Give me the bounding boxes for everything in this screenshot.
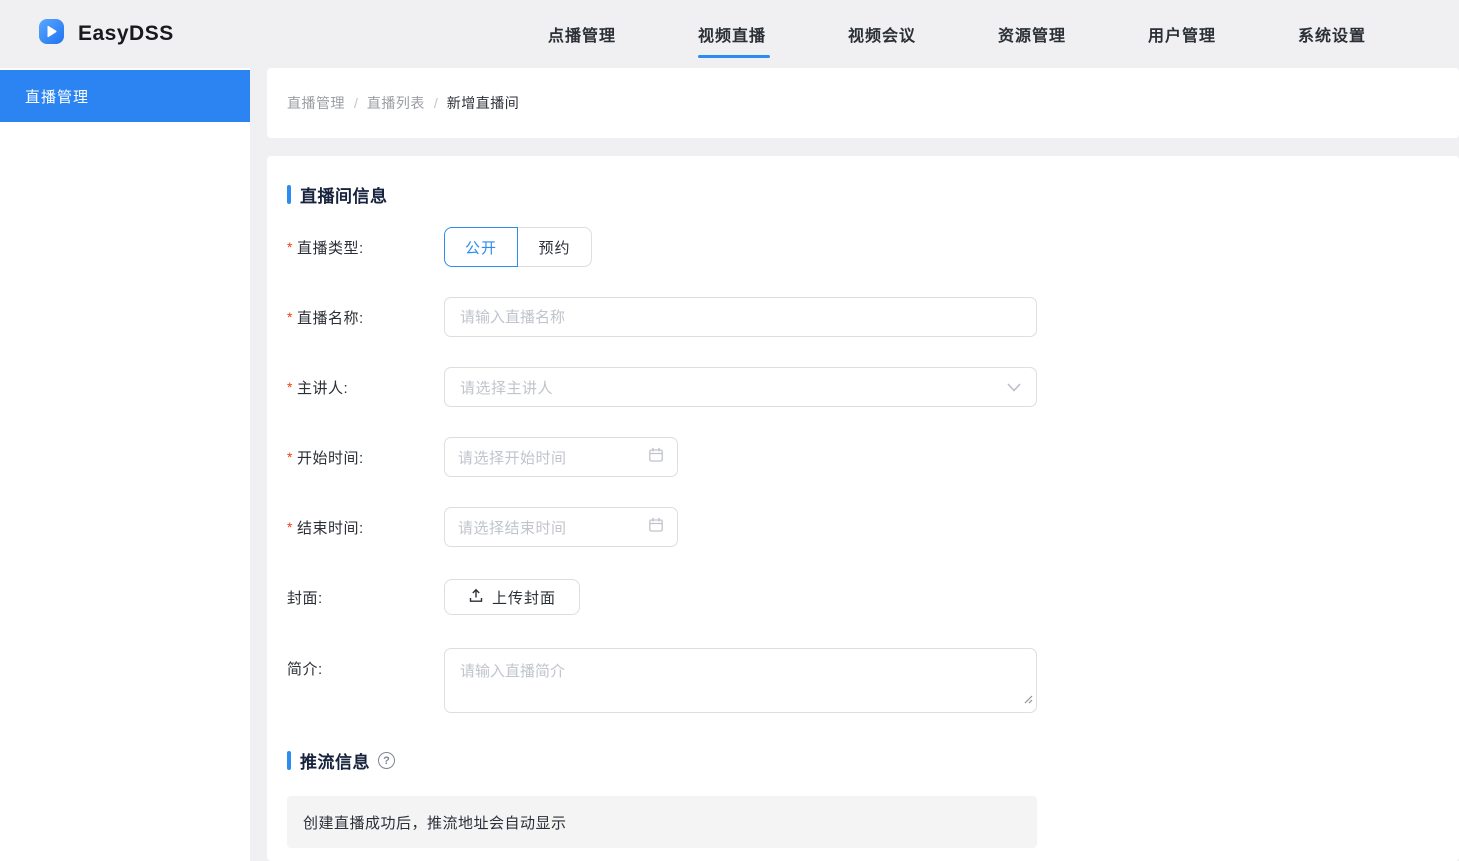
- nav-settings[interactable]: 系统设置: [1298, 0, 1448, 68]
- section-push-info: 推流信息 ?: [287, 748, 395, 773]
- nav-label: 资源管理: [998, 22, 1066, 46]
- top-header: EasyDSS 点播管理 视频直播 视频会议 资源管理 用户管理 系统设置: [0, 0, 1459, 68]
- field-label-text: 结束时间:: [297, 517, 364, 538]
- app-logo: EasyDSS: [38, 18, 174, 50]
- nav-label: 点播管理: [548, 22, 616, 46]
- field-label: * 结束时间:: [287, 517, 444, 538]
- intro-textarea-wrap: [444, 648, 1037, 713]
- field-live-name: * 直播名称:: [287, 297, 1459, 337]
- nav-label: 用户管理: [1148, 22, 1216, 46]
- nav-resources[interactable]: 资源管理: [998, 0, 1148, 68]
- breadcrumb: 直播管理 / 直播列表 / 新增直播间: [267, 68, 1459, 138]
- sidebar: 直播管理: [0, 68, 250, 861]
- end-time-placeholder: 请选择结束时间: [458, 517, 567, 538]
- end-time-picker[interactable]: 请选择结束时间: [444, 507, 678, 547]
- breadcrumb-separator: /: [354, 95, 358, 111]
- calendar-icon: [648, 517, 664, 537]
- live-type-reserve-button[interactable]: 预约: [518, 227, 592, 267]
- chevron-down-icon: [1007, 379, 1021, 396]
- nav-label: 视频会议: [848, 22, 916, 46]
- section-title-text: 推流信息: [300, 748, 370, 773]
- live-type-toggle: 公开 预约: [444, 227, 592, 267]
- push-info-notice: 创建直播成功后，推流地址会自动显示: [287, 796, 1037, 848]
- start-time-placeholder: 请选择开始时间: [458, 447, 567, 468]
- field-start-time: * 开始时间: 请选择开始时间: [287, 437, 1459, 477]
- logo-icon: [38, 18, 65, 50]
- upload-cover-button[interactable]: 上传封面: [444, 579, 580, 615]
- field-presenter: * 主讲人: 请选择主讲人: [287, 367, 1459, 407]
- required-mark: *: [287, 449, 293, 465]
- breadcrumb-live-list[interactable]: 直播列表: [367, 93, 425, 113]
- main-nav: 点播管理 视频直播 视频会议 资源管理 用户管理 系统设置: [548, 0, 1448, 68]
- required-mark: *: [287, 379, 293, 395]
- field-label-text: 直播名称:: [297, 307, 364, 328]
- field-label: * 直播名称:: [287, 307, 444, 328]
- nav-label: 视频直播: [698, 22, 766, 46]
- required-mark: *: [287, 519, 293, 535]
- section-title-text: 直播间信息: [300, 182, 388, 207]
- required-mark: *: [287, 239, 293, 255]
- field-label: 简介:: [287, 648, 444, 688]
- field-label-text: 直播类型:: [297, 237, 364, 258]
- section-accent-bar: [287, 751, 291, 770]
- breadcrumb-current-page: 新增直播间: [447, 93, 520, 113]
- nav-users[interactable]: 用户管理: [1148, 0, 1298, 68]
- nav-meeting[interactable]: 视频会议: [848, 0, 998, 68]
- nav-vod[interactable]: 点播管理: [548, 0, 698, 68]
- required-mark: *: [287, 309, 293, 325]
- nav-live[interactable]: 视频直播: [698, 0, 848, 68]
- calendar-icon: [648, 447, 664, 467]
- breadcrumb-separator: /: [434, 95, 438, 111]
- start-time-picker[interactable]: 请选择开始时间: [444, 437, 678, 477]
- section-room-info: 直播间信息: [287, 182, 388, 207]
- field-label-text: 简介:: [287, 658, 323, 679]
- sidebar-item-live-management[interactable]: 直播管理: [0, 70, 250, 122]
- help-question-icon[interactable]: ?: [378, 752, 395, 769]
- main-content-panel: 直播间信息 * 直播类型: 公开 预约 * 直播名称: * 主讲人: 请选择主讲…: [267, 156, 1459, 861]
- field-label: * 主讲人:: [287, 377, 444, 398]
- field-label-text: 开始时间:: [297, 447, 364, 468]
- presenter-select[interactable]: 请选择主讲人: [444, 367, 1037, 407]
- live-name-input[interactable]: [444, 297, 1037, 337]
- field-end-time: * 结束时间: 请选择结束时间: [287, 507, 1459, 547]
- field-label-text: 封面:: [287, 587, 323, 608]
- field-intro: 简介:: [287, 648, 1459, 713]
- intro-textarea[interactable]: [444, 648, 1037, 713]
- field-live-type: * 直播类型: 公开 预约: [287, 227, 1459, 267]
- field-label: 封面:: [287, 587, 444, 608]
- presenter-placeholder: 请选择主讲人: [460, 377, 553, 398]
- field-label-text: 主讲人:: [297, 377, 348, 398]
- live-type-public-button[interactable]: 公开: [444, 227, 518, 267]
- field-label: * 直播类型:: [287, 237, 444, 258]
- section-accent-bar: [287, 185, 291, 204]
- nav-label: 系统设置: [1298, 22, 1366, 46]
- field-label: * 开始时间:: [287, 447, 444, 468]
- upload-icon: [468, 588, 484, 607]
- breadcrumb-live-management[interactable]: 直播管理: [287, 93, 345, 113]
- field-cover: 封面: 上传封面: [287, 579, 1459, 615]
- app-title: EasyDSS: [78, 22, 174, 46]
- upload-button-label: 上传封面: [492, 587, 556, 608]
- push-info-text: 创建直播成功后，推流地址会自动显示: [303, 812, 567, 833]
